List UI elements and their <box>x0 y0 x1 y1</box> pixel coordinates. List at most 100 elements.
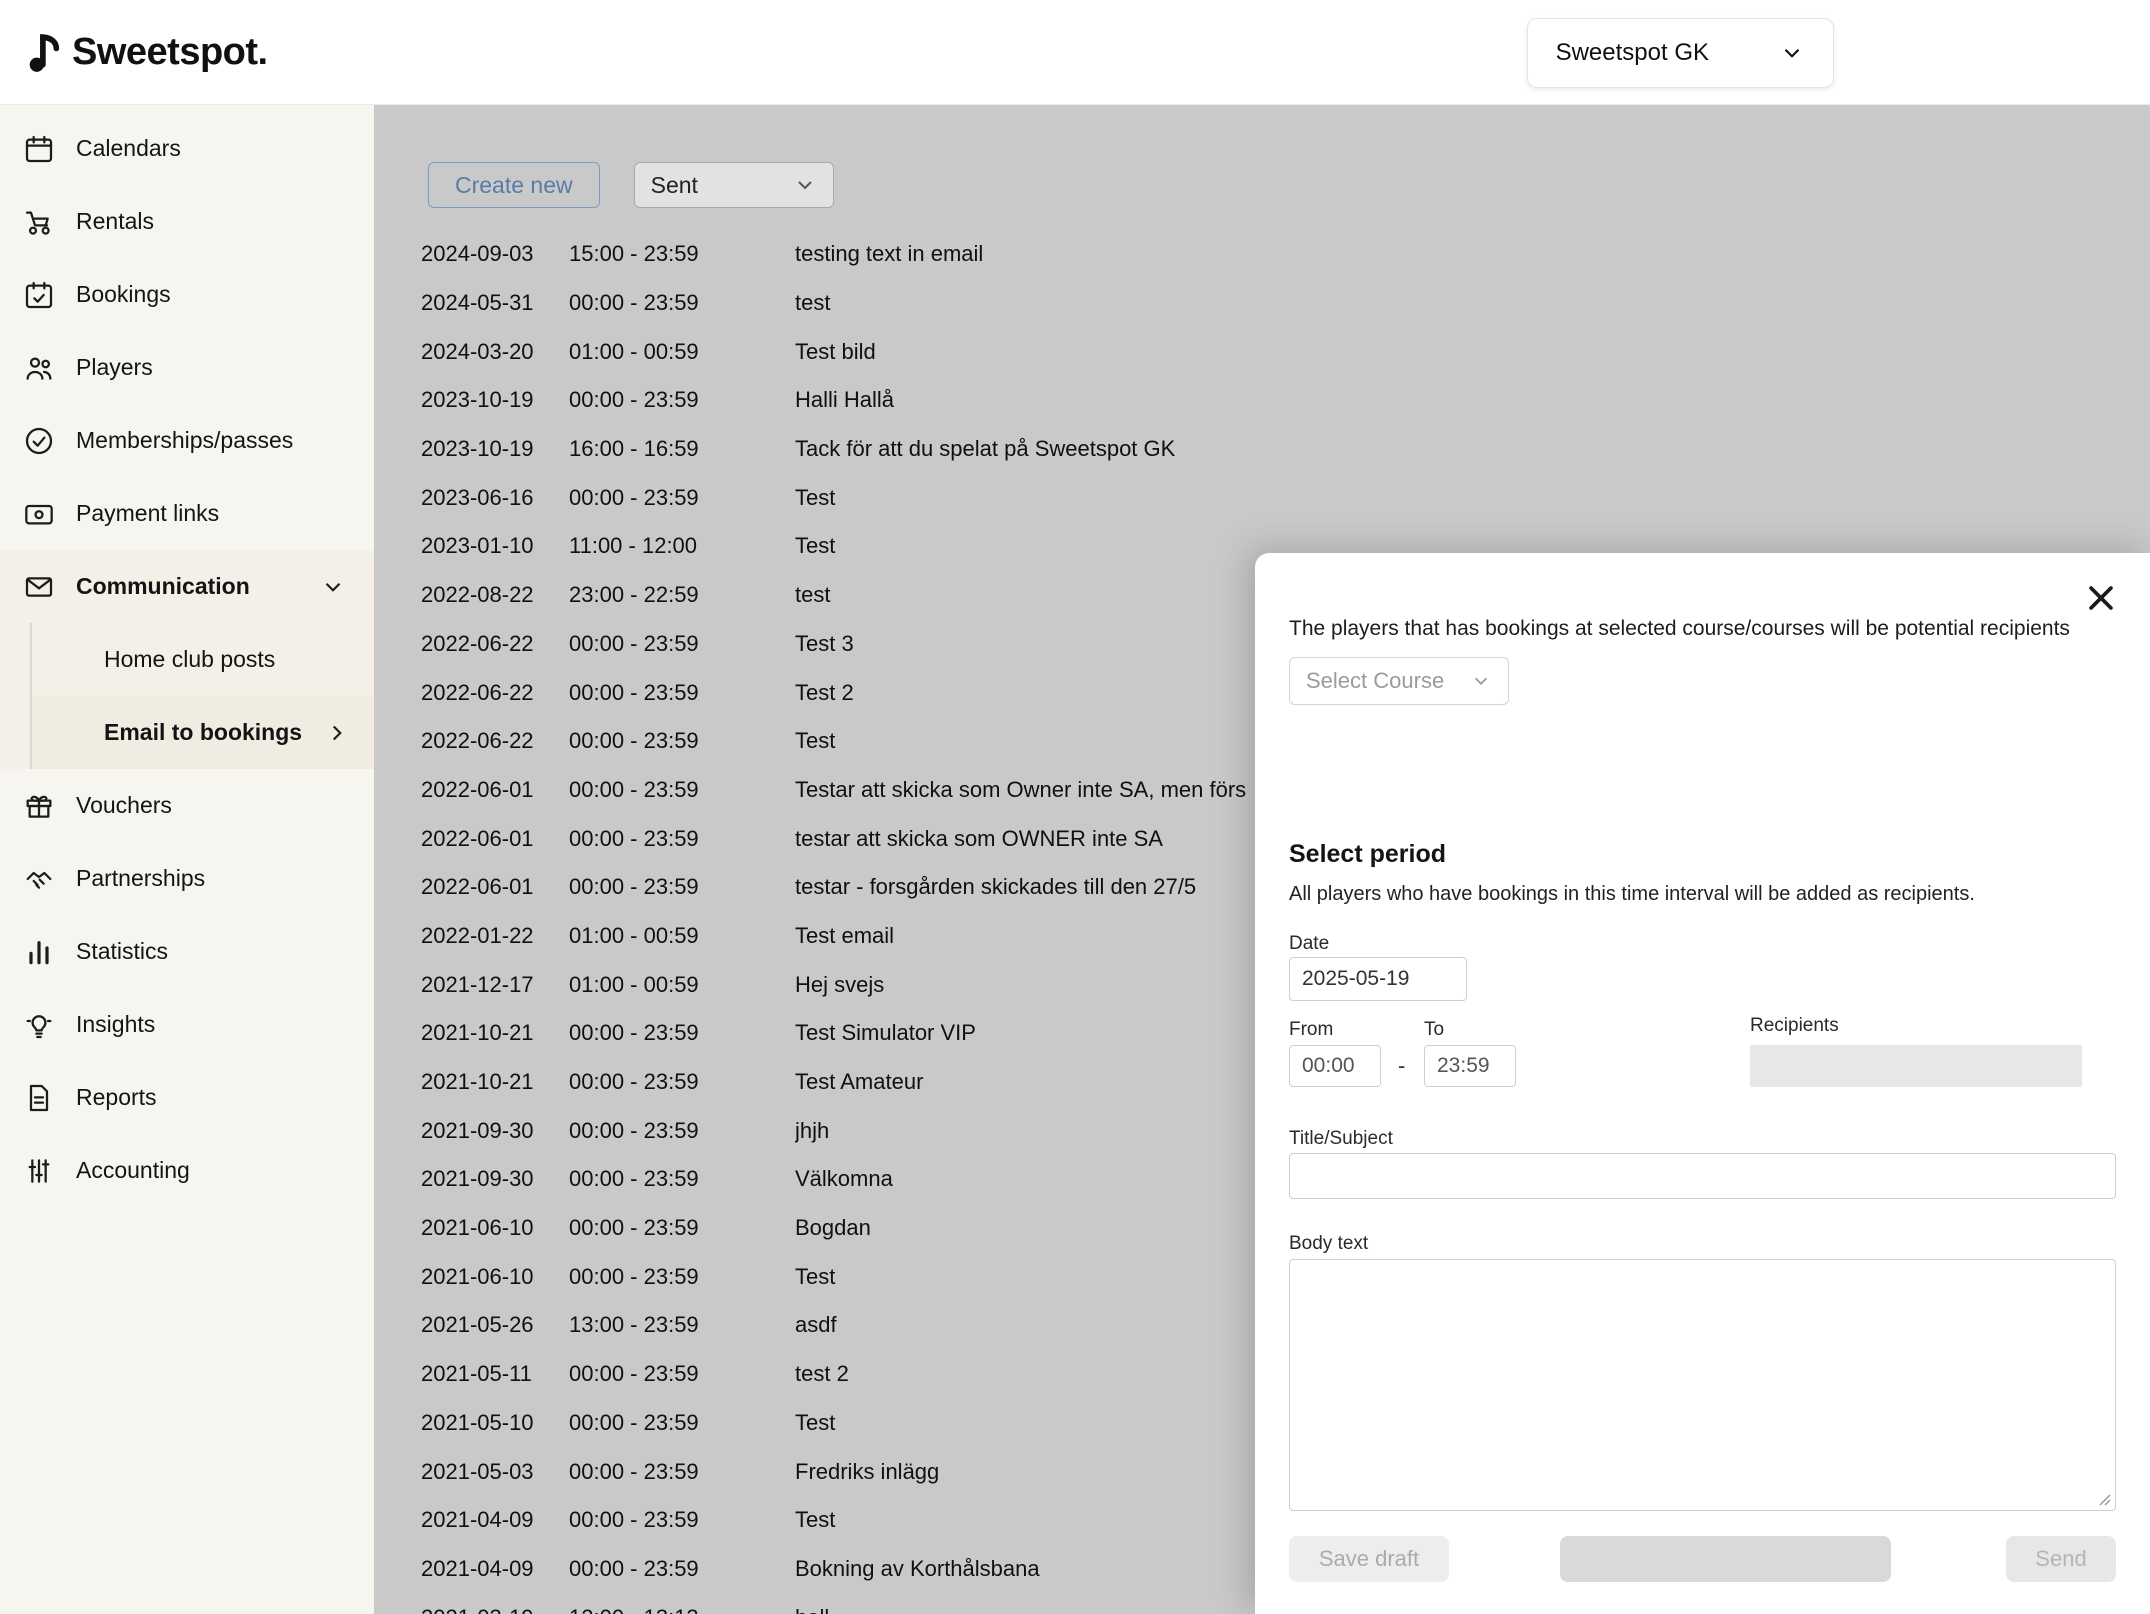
email-time: 00:00 - 23:59 <box>569 1069 795 1095</box>
email-date: 2022-01-22 <box>421 923 569 949</box>
insights-icon <box>22 1008 56 1042</box>
email-date: 2023-10-19 <box>421 387 569 413</box>
email-date: 2023-06-16 <box>421 485 569 511</box>
sidebar-item-label: Rentals <box>76 208 154 235</box>
email-subject: test <box>795 290 2150 316</box>
status-filter-select[interactable]: Sent <box>634 162 834 208</box>
email-date: 2021-06-10 <box>421 1215 569 1241</box>
sidebar-item-email-to-bookings[interactable]: Email to bookings <box>32 696 374 769</box>
bookings-icon <box>22 278 56 312</box>
sidebar-item-label: Players <box>76 354 153 381</box>
email-time: 00:00 - 23:59 <box>569 1459 795 1485</box>
recipients-field[interactable] <box>1750 1045 2082 1087</box>
email-row[interactable]: 2024-03-2001:00 - 00:59Test bild <box>374 327 2150 376</box>
select-period-description: All players who have bookings in this ti… <box>1289 883 2110 906</box>
sidebar-item-statistics[interactable]: Statistics <box>0 915 374 988</box>
email-time: 13:00 - 23:59 <box>569 1312 795 1338</box>
sweetspot-logo: Sweetspot. <box>28 0 268 104</box>
body-text-wrap <box>1289 1259 2116 1511</box>
email-date: 2021-05-26 <box>421 1312 569 1338</box>
top-header: Sweetspot. Sweetspot GK <box>0 0 2150 105</box>
close-icon[interactable] <box>2082 579 2120 617</box>
email-date: 2021-09-30 <box>421 1118 569 1144</box>
sidebar-item-accounting[interactable]: Accounting <box>0 1134 374 1207</box>
email-time: 00:00 - 23:59 <box>569 728 795 754</box>
to-time-input[interactable] <box>1424 1045 1516 1087</box>
sweetspot-logo-icon <box>28 30 62 74</box>
body-text-input[interactable] <box>1289 1259 2116 1511</box>
email-date: 2022-06-22 <box>421 680 569 706</box>
sidebar-item-home-club-posts[interactable]: Home club posts <box>32 623 374 696</box>
email-date: 2023-10-19 <box>421 436 569 462</box>
sidebar-item-partnerships[interactable]: Partnerships <box>0 842 374 915</box>
course-select-placeholder: Select Course <box>1306 668 1444 694</box>
email-time: 23:00 - 22:59 <box>569 582 795 608</box>
email-subject: Test <box>795 485 2150 511</box>
email-time: 00:00 - 23:59 <box>569 1264 795 1290</box>
club-selector[interactable]: Sweetspot GK <box>1527 18 1834 88</box>
sidebar-item-label: Accounting <box>76 1157 190 1184</box>
send-button[interactable]: Send <box>2006 1536 2116 1582</box>
email-date: 2022-06-01 <box>421 826 569 852</box>
email-time: 15:00 - 23:59 <box>569 241 795 267</box>
sidebar-item-bookings[interactable]: Bookings <box>0 258 374 331</box>
sidebar-item-rentals[interactable]: Rentals <box>0 185 374 258</box>
status-filter-value: Sent <box>651 172 698 199</box>
sidebar-item-memberships-passes[interactable]: Memberships/passes <box>0 404 374 477</box>
email-date: 2021-04-09 <box>421 1556 569 1582</box>
course-select[interactable]: Select Course <box>1289 657 1509 705</box>
from-time-input[interactable] <box>1289 1045 1381 1087</box>
date-input[interactable] <box>1289 957 1467 1001</box>
email-row[interactable]: 2024-05-3100:00 - 23:59test <box>374 279 2150 328</box>
sidebar-item-insights[interactable]: Insights <box>0 988 374 1061</box>
email-time: 00:00 - 23:59 <box>569 631 795 657</box>
save-draft-button[interactable]: Save draft <box>1289 1536 1449 1582</box>
sidebar-item-reports[interactable]: Reports <box>0 1061 374 1134</box>
sidebar-item-label: Partnerships <box>76 865 205 892</box>
sidebar-item-players[interactable]: Players <box>0 331 374 404</box>
email-time: 00:00 - 23:59 <box>569 1410 795 1436</box>
partnership-icon <box>22 862 56 896</box>
secondary-action-button[interactable] <box>1560 1536 1891 1582</box>
sidebar-item-label: Memberships/passes <box>76 427 293 454</box>
title-subject-input[interactable] <box>1289 1153 2116 1199</box>
email-time: 00:00 - 23:59 <box>569 387 795 413</box>
email-row[interactable]: 2023-10-1900:00 - 23:59Halli Hallå <box>374 376 2150 425</box>
email-date: 2022-06-22 <box>421 631 569 657</box>
email-date: 2022-06-01 <box>421 874 569 900</box>
accounting-icon <box>22 1154 56 1188</box>
email-date: 2024-05-31 <box>421 290 569 316</box>
date-label: Date <box>1289 933 1329 955</box>
calendar-icon <box>22 132 56 166</box>
email-date: 2021-09-30 <box>421 1166 569 1192</box>
chevron-down-icon <box>1779 40 1805 66</box>
sidebar-item-communication[interactable]: Communication <box>0 550 374 623</box>
sidebar-item-payment-links[interactable]: Payment links <box>0 477 374 550</box>
email-date: 2021-05-11 <box>421 1361 569 1387</box>
email-row[interactable]: 2024-09-0315:00 - 23:59testing text in e… <box>374 230 2150 279</box>
create-new-button[interactable]: Create new <box>428 162 600 208</box>
email-subject: Test bild <box>795 339 2150 365</box>
email-time: 00:00 - 23:59 <box>569 777 795 803</box>
sidebar-item-vouchers[interactable]: Vouchers <box>0 769 374 842</box>
email-time: 01:00 - 00:59 <box>569 923 795 949</box>
sidebar-item-calendars[interactable]: Calendars <box>0 112 374 185</box>
email-time: 00:00 - 23:59 <box>569 485 795 511</box>
email-time: 00:00 - 23:59 <box>569 1020 795 1046</box>
modal-description: The players that has bookings at selecte… <box>1289 615 2110 642</box>
logo-text: Sweetspot. <box>72 31 268 74</box>
email-date: 2021-05-03 <box>421 1459 569 1485</box>
toolbar: Create new Sent <box>428 162 834 208</box>
to-label: To <box>1424 1019 1444 1041</box>
payment-icon <box>22 497 56 531</box>
chevron-down-icon <box>320 574 346 600</box>
voucher-icon <box>22 789 56 823</box>
title-subject-label: Title/Subject <box>1289 1128 1393 1150</box>
email-date: 2024-03-20 <box>421 339 569 365</box>
email-row[interactable]: 2023-06-1600:00 - 23:59Test <box>374 473 2150 522</box>
statistics-icon <box>22 935 56 969</box>
email-time: 11:00 - 12:00 <box>569 533 795 559</box>
email-row[interactable]: 2023-10-1916:00 - 16:59Tack för att du s… <box>374 425 2150 474</box>
email-time: 00:00 - 23:59 <box>569 290 795 316</box>
communication-icon <box>22 570 56 604</box>
